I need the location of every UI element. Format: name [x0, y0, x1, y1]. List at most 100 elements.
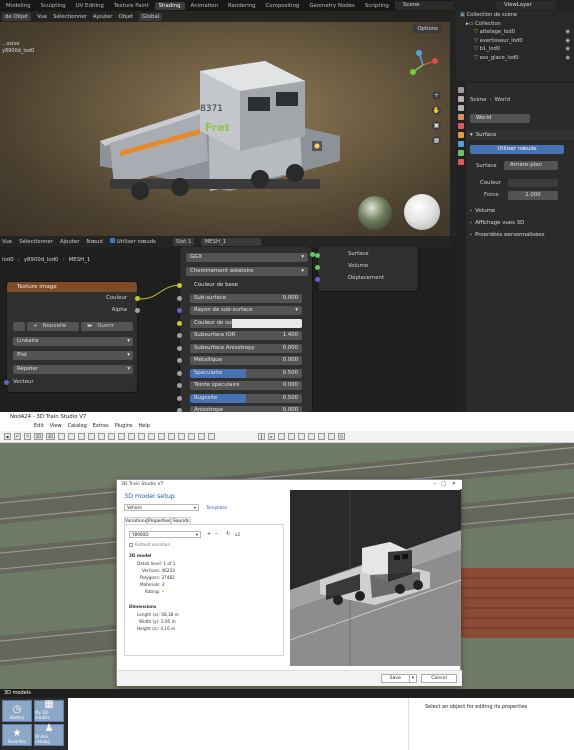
tab-uv-editing[interactable]: UV Editing: [72, 2, 108, 10]
tool-icon[interactable]: [198, 433, 205, 440]
tab-scripting[interactable]: Scripting: [361, 2, 393, 10]
bsdf-input-socket[interactable]: [177, 333, 182, 338]
cancel-button[interactable]: Cancel: [421, 674, 457, 683]
view-layer-selector[interactable]: ViewLayer: [496, 1, 556, 10]
tab-modeling[interactable]: Modeling: [2, 2, 35, 10]
bsdf-input-row[interactable]: Subsurface IOR 1.400: [190, 331, 302, 340]
principled-bsdf-node[interactable]: GGX ▾ Cheminement aléatoire ▾ Couleur de b…: [177, 247, 315, 412]
zoom-icon[interactable]: +: [432, 91, 441, 100]
tool-icon[interactable]: [318, 433, 325, 440]
material-output-node[interactable]: Surface Volume Déplacement: [315, 247, 418, 291]
bsdf-input-row[interactable]: Couleur de base: [190, 281, 302, 290]
strength-field[interactable]: 1.000: [508, 191, 558, 200]
save-icon[interactable]: ▪: [4, 433, 11, 440]
tool-icon[interactable]: [328, 433, 335, 440]
play-icon[interactable]: ▸: [268, 433, 275, 440]
subsurface-method-select[interactable]: Cheminement aléatoire ▾: [186, 267, 308, 276]
tab-properties[interactable]: Properties: [147, 517, 171, 524]
menu-add[interactable]: Ajouter: [93, 14, 113, 20]
menu-extras[interactable]: Extras: [93, 422, 109, 431]
tool-icon[interactable]: [138, 433, 145, 440]
tab-compositing[interactable]: Compositing: [262, 2, 304, 10]
menu-plugins[interactable]: Plugins: [115, 422, 133, 431]
bsdf-input-socket[interactable]: [177, 320, 182, 326]
add-variant-icon[interactable]: +: [207, 531, 211, 537]
remove-variant-icon[interactable]: –: [215, 531, 218, 537]
menu-help[interactable]: Help: [139, 422, 150, 431]
tab-geometry-nodes[interactable]: Geometry Nodes: [305, 2, 358, 10]
bsdf-input-row[interactable]: Sub-surface 0.000: [190, 293, 302, 303]
tool-icon[interactable]: [78, 433, 85, 440]
variant-select[interactable]: Y8900D ▾: [129, 531, 201, 538]
online-catalog-button[interactable]: ♟ Online catalog: [34, 724, 64, 746]
menu-catalog[interactable]: Catalog: [68, 422, 87, 431]
mode-selector[interactable]: de Objet: [2, 12, 32, 21]
bsdf-input-socket[interactable]: [177, 383, 182, 388]
menu-object[interactable]: Objet: [118, 14, 133, 20]
scene-icon[interactable]: [458, 114, 464, 120]
grid-icon[interactable]: ▦: [432, 136, 441, 145]
pause-icon[interactable]: ‖: [258, 433, 265, 440]
outliner-item[interactable]: ▽ b1_lod0 ◉: [456, 45, 574, 54]
bsdf-input-row[interactable]: Rayon de sub-surface ▾: [190, 306, 302, 315]
bsdf-input-socket[interactable]: [177, 370, 182, 376]
tool-icon[interactable]: [58, 433, 65, 440]
displacement-input-socket[interactable]: [315, 277, 320, 282]
menu-view[interactable]: View: [50, 422, 62, 431]
tool-icon[interactable]: [178, 433, 185, 440]
menu-select[interactable]: Sélectionner: [53, 14, 87, 20]
camera-icon[interactable]: ▣: [432, 121, 441, 130]
undo-icon[interactable]: ↶: [14, 433, 21, 440]
color-swatch[interactable]: [508, 179, 558, 187]
tool-icon[interactable]: [128, 433, 135, 440]
tool-icon[interactable]: [98, 433, 105, 440]
world-icon[interactable]: [458, 123, 464, 129]
hand-pan-icon[interactable]: ✋: [432, 106, 441, 115]
bsdf-input-socket[interactable]: [177, 295, 182, 301]
save-button[interactable]: Save ▾: [381, 674, 417, 683]
tool-icon[interactable]: [458, 87, 464, 93]
tool-icon[interactable]: [158, 433, 165, 440]
data-icon[interactable]: [458, 150, 464, 156]
tab-texture-paint[interactable]: Texture Paint: [110, 2, 153, 10]
tab-sculpting[interactable]: Sculpting: [37, 2, 70, 10]
tool-icon[interactable]: [208, 433, 215, 440]
view-2d-button[interactable]: 2D: [34, 433, 43, 440]
tool-icon[interactable]: [148, 433, 155, 440]
tool-icon[interactable]: [168, 433, 175, 440]
render-icon[interactable]: [458, 96, 464, 102]
use-nodes-checkbox[interactable]: Utiliser nœuds: [109, 238, 156, 245]
node-menu-vue[interactable]: Vue: [2, 239, 12, 245]
outliner-item[interactable]: ▽ ess_glace_lod0 ◉: [456, 54, 574, 63]
transform-orientation[interactable]: Global: [139, 12, 163, 21]
node-menu-node[interactable]: Nœud: [86, 239, 102, 245]
tab-rendering[interactable]: Rendering: [224, 2, 260, 10]
modifier-icon[interactable]: [458, 141, 464, 147]
bsdf-input-row[interactable]: Subsurface Anisotropy 0.000: [190, 343, 302, 353]
tool-icon[interactable]: [108, 433, 115, 440]
layout-3d-view[interactable]: 3D Train Studio V7 – □ ✕ 3D model setup …: [0, 443, 574, 689]
tool-icon[interactable]: [188, 433, 195, 440]
bsdf-input-row[interactable]: Couleur de sub...: [190, 318, 302, 328]
distribution-select[interactable]: GGX ▾: [186, 253, 308, 262]
menu-edit[interactable]: Edit: [34, 422, 44, 431]
output-icon[interactable]: [458, 105, 464, 111]
tab-sounds[interactable]: Sounds: [171, 517, 191, 524]
node-menu-add[interactable]: Ajouter: [60, 239, 80, 245]
bsdf-input-row[interactable]: Spéculaire 0.500: [190, 368, 302, 378]
redo-icon[interactable]: ↷: [24, 433, 31, 440]
user-icon[interactable]: ☺: [338, 433, 345, 440]
volume-panel-header[interactable]: › Volume: [466, 206, 574, 216]
outliner-collection[interactable]: ▸▭ Collection: [456, 20, 574, 29]
bsdf-input-row[interactable]: Métallique 0.000: [190, 356, 302, 365]
model-preview[interactable]: [290, 490, 461, 666]
tool-icon[interactable]: [88, 433, 95, 440]
use-nodes-button[interactable]: Utiliser nœuds: [470, 145, 564, 154]
default-variation-checkbox[interactable]: Default variation: [129, 542, 170, 547]
tool-icon[interactable]: [278, 433, 285, 440]
surface-shader-field[interactable]: Arrière-plan: [504, 161, 558, 170]
bsdf-input-row[interactable]: Teinte spéculaire 0.000: [190, 381, 302, 390]
options-button[interactable]: Options: [413, 25, 442, 33]
navigation-gizmo[interactable]: [405, 47, 441, 83]
tool-icon[interactable]: [68, 433, 75, 440]
